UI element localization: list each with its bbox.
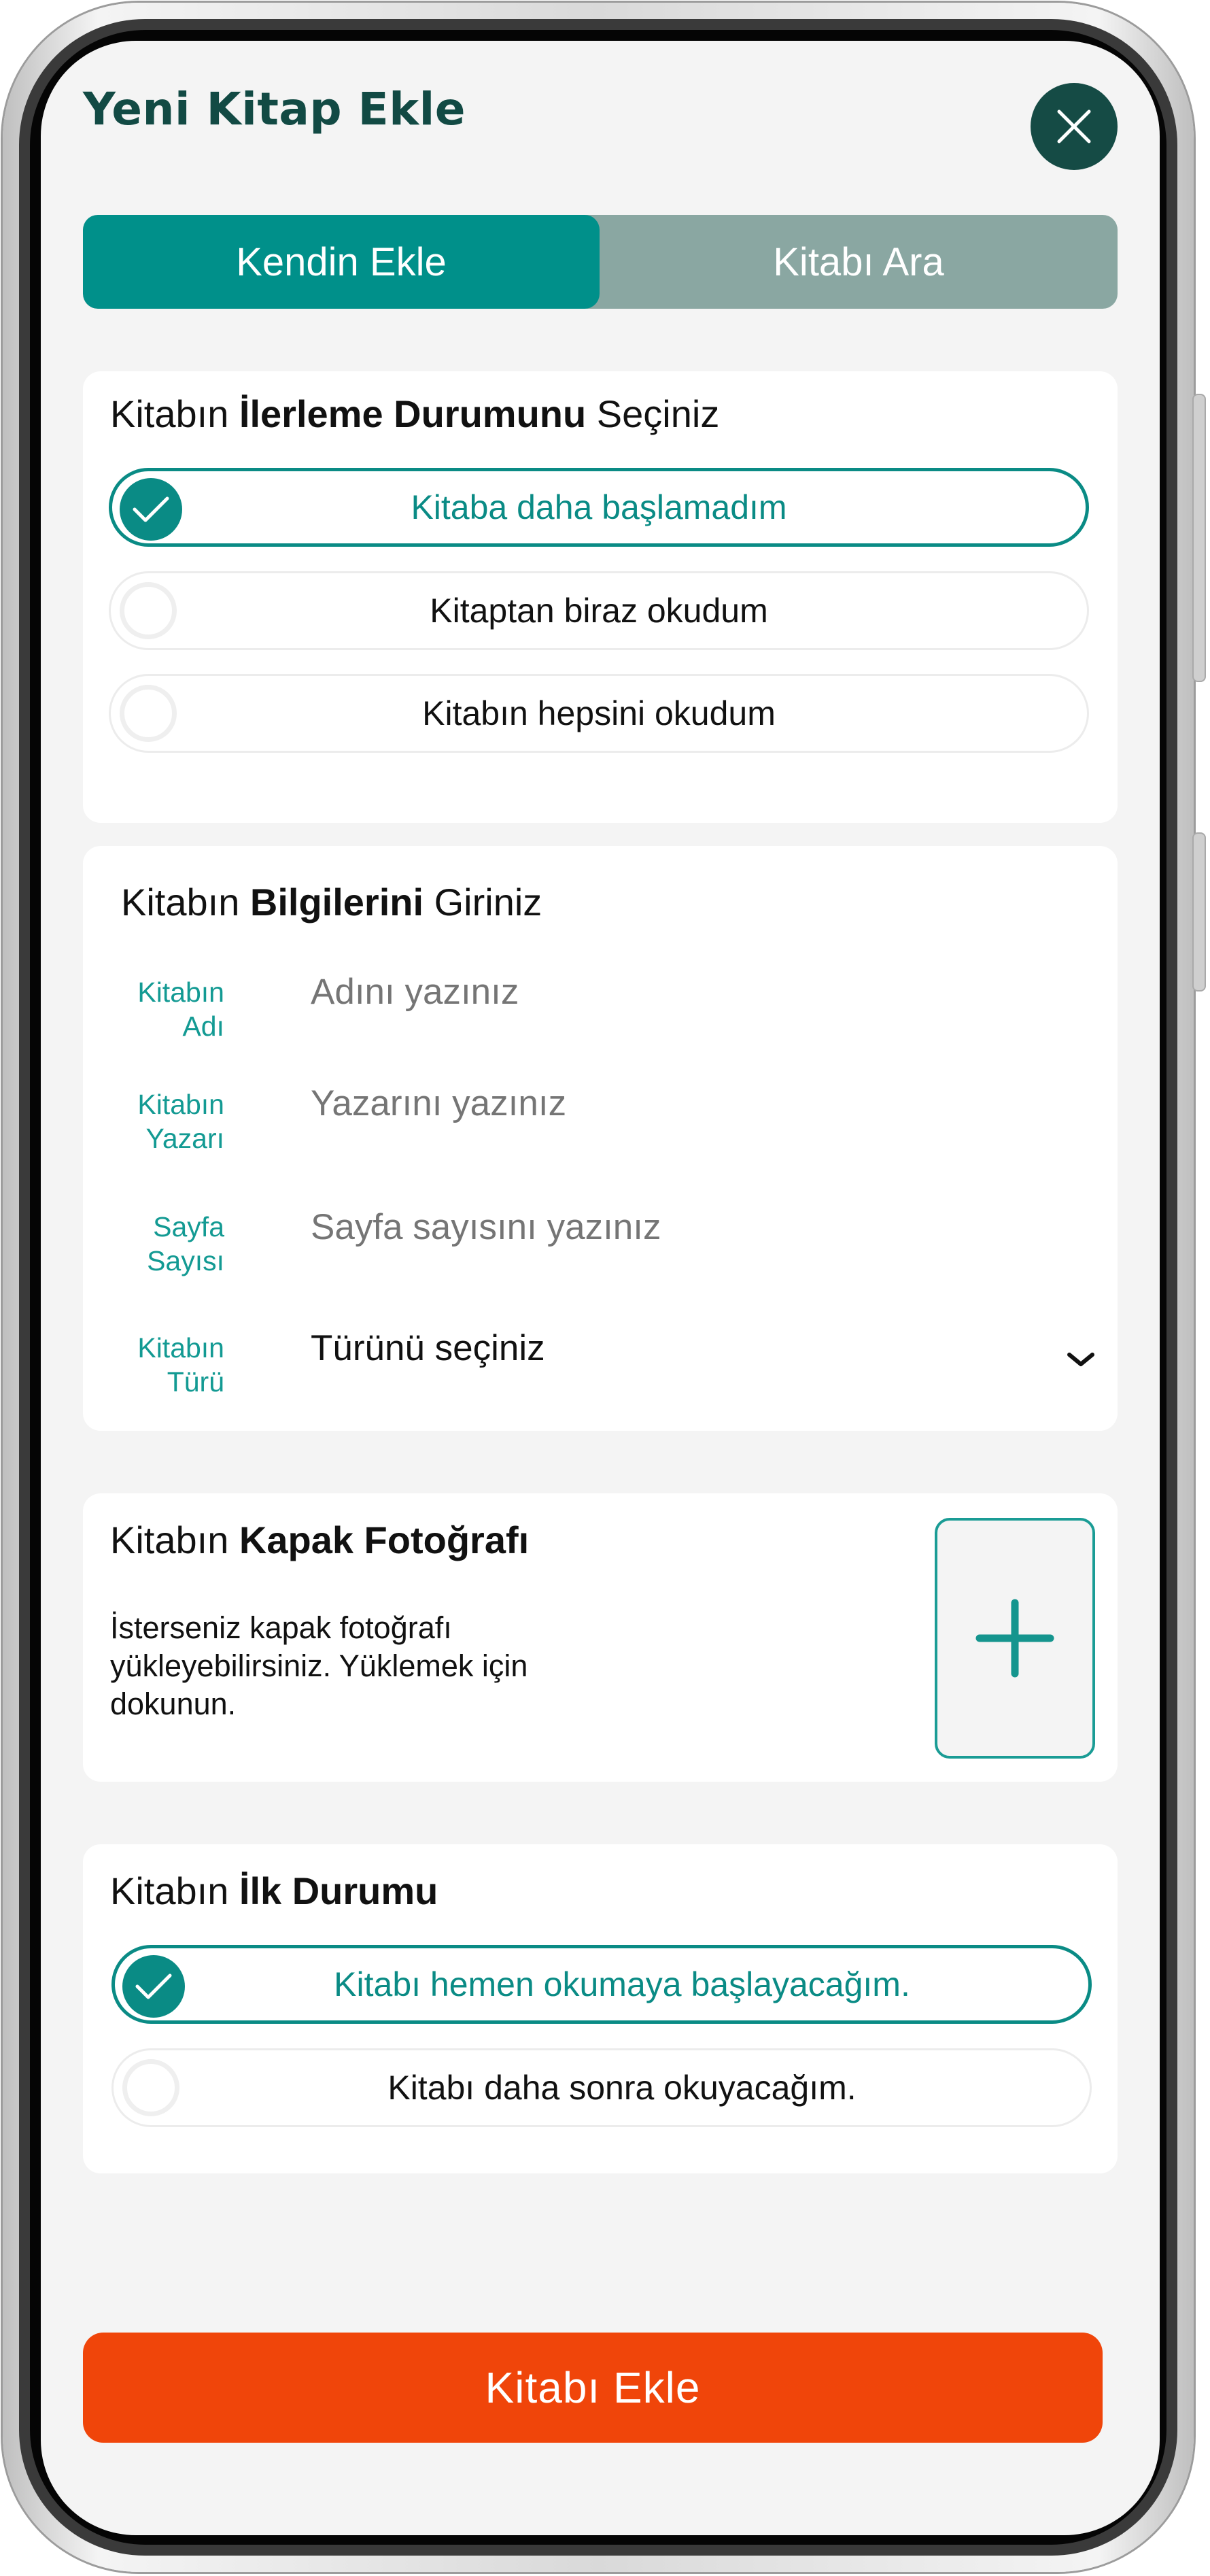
field-label-pages: Sayfa Sayısı — [147, 1211, 224, 1276]
progress-option-finished[interactable]: Kitabın hepsini okudum — [109, 674, 1089, 753]
tab-kendin-ekle[interactable]: Kendin Ekle — [83, 215, 600, 309]
option-label: Kitaptan biraz okudum — [430, 592, 768, 630]
tab-kitabi-ara[interactable]: Kitabı Ara — [600, 215, 1118, 309]
option-label: Kitabı daha sonra okuyacağım. — [387, 2069, 857, 2107]
genre-select[interactable]: Türünü seçiniz — [311, 1327, 990, 1369]
progress-card: Kitabın İlerleme Durumunu Seçiniz Kitaba… — [83, 371, 1118, 823]
field-label-author: Kitabın Yazarı — [137, 1089, 224, 1154]
option-label: Kitabın hepsini okudum — [422, 694, 776, 732]
page-title: Yeni Kitap Ekle — [83, 83, 466, 135]
info-title: Kitabın Bilgilerini Giriniz — [121, 881, 542, 923]
field-label-name: Kitabın Adı — [137, 977, 224, 1042]
info-card: Kitabın Bilgilerini Giriniz KitabınAdı K… — [83, 846, 1118, 1431]
app-screen: Yeni Kitap Ekle Kendin Ekle Kitabı Ara K… — [41, 41, 1160, 2535]
status-title: Kitabın İlk Durumu — [110, 1869, 438, 1912]
cover-card: Kitabın Kapak Fotoğrafı İsterseniz kapak… — [83, 1493, 1118, 1782]
page-count-input[interactable] — [311, 1206, 990, 1248]
status-card: Kitabın İlk Durumu Kitabı hemen okumaya … — [83, 1844, 1118, 2173]
add-book-button[interactable]: Kitabı Ekle — [83, 2333, 1103, 2443]
cover-title: Kitabın Kapak Fotoğrafı — [110, 1519, 530, 1561]
progress-option-partial[interactable]: Kitaptan biraz okudum — [109, 571, 1089, 650]
close-icon — [1057, 109, 1091, 143]
option-label: Kitaba daha başlamadım — [411, 488, 787, 526]
book-name-input[interactable] — [311, 971, 990, 1013]
volume-button — [1192, 394, 1206, 682]
power-button — [1192, 832, 1206, 992]
add-cover-photo-button[interactable] — [935, 1518, 1095, 1759]
close-button[interactable] — [1031, 83, 1118, 170]
option-label: Kitabı hemen okumaya başlayacağım. — [334, 1965, 910, 2003]
progress-title: Kitabın İlerleme Durumunu Seçiniz — [110, 392, 720, 435]
progress-option-not-started[interactable]: Kitaba daha başlamadım — [109, 468, 1089, 547]
field-label-genre: Kitabın Türü — [137, 1332, 224, 1397]
cover-description: İsterseniz kapak fotoğrafı yükleyebilirs… — [110, 1610, 528, 1721]
author-input[interactable] — [311, 1083, 990, 1124]
chevron-down-icon[interactable] — [1065, 1349, 1096, 1370]
status-option-later[interactable]: Kitabı daha sonra okuyacağım. — [111, 2048, 1092, 2127]
status-option-start-now[interactable]: Kitabı hemen okumaya başlayacağım. — [111, 1945, 1092, 2024]
plus-icon — [975, 1599, 1054, 1678]
tab-bar: Kendin Ekle Kitabı Ara — [83, 215, 1118, 309]
